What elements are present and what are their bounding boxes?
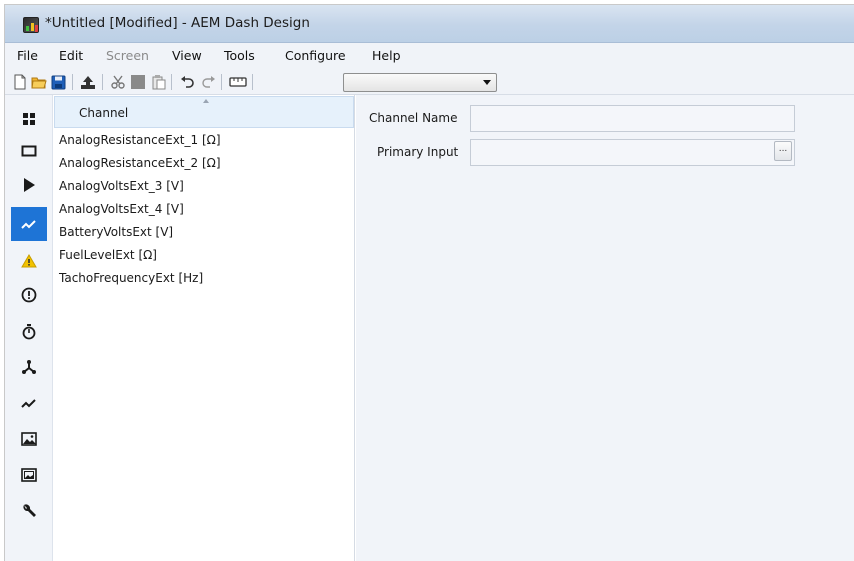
play-icon[interactable] <box>15 171 43 199</box>
save-icon[interactable] <box>49 73 67 91</box>
image-frame-icon[interactable] <box>15 461 43 489</box>
browse-button[interactable]: ... <box>774 141 792 161</box>
channel-list-panel: Channel AnalogResistanceExt_1 [Ω] Analog… <box>54 95 355 561</box>
grid-icon[interactable] <box>15 105 43 133</box>
redo-icon[interactable] <box>199 73 217 91</box>
wrench-icon[interactable] <box>15 497 43 525</box>
title-bar: *Untitled [Modified] - AEM Dash Design <box>5 5 854 43</box>
tool-sidebar <box>5 95 53 561</box>
trend-line-icon[interactable] <box>15 389 43 417</box>
chevron-down-icon <box>483 80 491 85</box>
sort-arrow-icon <box>203 99 209 103</box>
menu-help[interactable]: Help <box>372 48 401 63</box>
app-logo-icon <box>23 17 39 33</box>
image-icon[interactable] <box>15 425 43 453</box>
channel-list-item[interactable]: AnalogResistanceExt_1 [Ω] <box>59 133 221 147</box>
channel-column-header[interactable]: Channel <box>54 96 354 128</box>
toolbar <box>5 69 854 95</box>
undo-icon[interactable] <box>178 73 196 91</box>
menu-view[interactable]: View <box>172 48 202 63</box>
properties-panel: Channel Name Primary Input ... <box>356 95 854 561</box>
channel-list-item[interactable]: TachoFrequencyExt [Hz] <box>59 271 203 285</box>
rectangle-icon[interactable] <box>15 137 43 165</box>
cut-icon[interactable] <box>109 73 127 91</box>
warning-icon[interactable] <box>15 247 43 275</box>
menu-tools[interactable]: Tools <box>224 48 255 63</box>
channel-name-field[interactable] <box>470 105 795 132</box>
menu-bar: File Edit Screen View Tools Configure He… <box>5 43 854 69</box>
menu-file[interactable]: File <box>17 48 38 63</box>
upload-icon[interactable] <box>79 73 97 91</box>
channel-list-item[interactable]: BatteryVoltsExt [V] <box>59 225 173 239</box>
chart-line-icon[interactable] <box>11 207 47 241</box>
primary-input-label: Primary Input <box>377 145 459 159</box>
menu-configure[interactable]: Configure <box>285 48 346 63</box>
window-title: *Untitled [Modified] - AEM Dash Design <box>45 15 310 31</box>
copy-icon[interactable] <box>129 73 147 91</box>
open-folder-icon[interactable] <box>30 73 48 91</box>
menu-edit[interactable]: Edit <box>59 48 83 63</box>
alert-circle-icon[interactable] <box>15 281 43 309</box>
channel-list-item[interactable]: FuelLevelExt [Ω] <box>59 248 157 262</box>
menu-screen[interactable]: Screen <box>106 48 149 63</box>
new-file-icon[interactable] <box>11 73 29 91</box>
channel-name-label: Channel Name <box>369 111 458 125</box>
channel-list-item[interactable]: AnalogVoltsExt_4 [V] <box>59 202 184 216</box>
channel-list-item[interactable]: AnalogVoltsExt_3 [V] <box>59 179 184 193</box>
app-window: *Untitled [Modified] - AEM Dash Design F… <box>4 4 854 561</box>
stopwatch-icon[interactable] <box>15 317 43 345</box>
primary-input-field[interactable] <box>470 139 795 166</box>
paste-icon[interactable] <box>149 73 167 91</box>
network-icon[interactable] <box>15 353 43 381</box>
ruler-icon[interactable] <box>229 73 247 91</box>
channel-list-item[interactable]: AnalogResistanceExt_2 [Ω] <box>59 156 221 170</box>
channel-header-label: Channel <box>79 106 129 120</box>
toolbar-dropdown[interactable] <box>343 73 497 92</box>
